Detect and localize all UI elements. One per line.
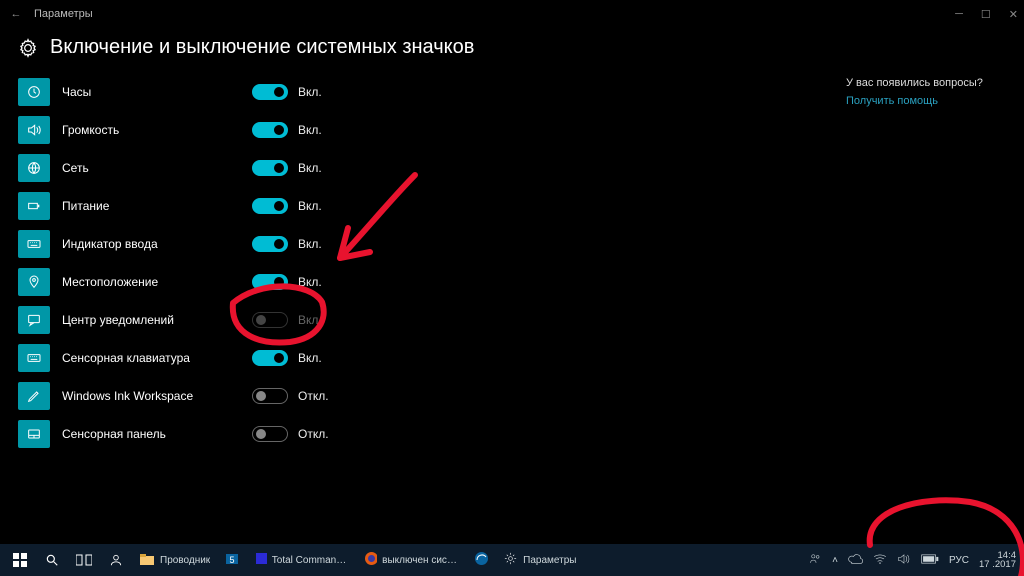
taskbar: Проводник 5 Total Commander (... выключен с… (0, 544, 1024, 576)
taskbar-app-settings[interactable]: Параметры (496, 544, 583, 576)
toggle-action-center (252, 312, 288, 328)
search-button[interactable] (36, 544, 68, 576)
tray-people-icon[interactable] (809, 552, 822, 568)
taskbar-app-firefox[interactable]: выключен систем... (357, 544, 467, 576)
toggle-input[interactable] (252, 236, 288, 252)
window-app-name: Параметры (34, 8, 955, 20)
globe-icon (18, 154, 50, 182)
page-title: Включение и выключение системных значков (50, 36, 474, 59)
tray-wifi-icon[interactable] (873, 553, 887, 568)
message-icon (18, 306, 50, 334)
clock-icon (18, 78, 50, 106)
app-icon (474, 551, 489, 569)
toggle-power[interactable] (252, 198, 288, 214)
setting-label: Сенсорная клавиатура (62, 351, 252, 365)
toggle-state-label: Вкл. (298, 161, 322, 175)
app-icon (254, 551, 267, 569)
battery-icon (18, 192, 50, 220)
toggle-volume[interactable] (252, 122, 288, 138)
toggle-state-label: Откл. (298, 389, 329, 403)
setting-label: Сенсорная панель (62, 427, 252, 441)
app-label: выключен систем... (382, 555, 460, 566)
setting-label: Громкость (62, 123, 252, 137)
minimize-button[interactable]: ─ (955, 8, 963, 21)
tray-lang[interactable]: РУС (949, 555, 969, 566)
toggle-clock[interactable] (252, 84, 288, 100)
setting-label: Индикатор ввода (62, 237, 252, 251)
toggle-state-label: Вкл. (298, 199, 322, 213)
system-tray: ˄ РУС 14:4 17 .2017 (809, 551, 1020, 570)
start-button[interactable] (4, 544, 36, 576)
app-icon (364, 551, 377, 569)
setting-row-touchkb: Сенсорная клавиатура Вкл. (18, 339, 846, 377)
setting-row-touchpad: Сенсорная панель Откл. (18, 415, 846, 453)
people-button[interactable] (100, 544, 132, 576)
setting-row-power: Питание Вкл. (18, 187, 846, 225)
taskbar-app-explorer[interactable]: Проводник (132, 544, 217, 576)
setting-row-input: Индикатор ввода Вкл. (18, 225, 846, 263)
setting-label: Центр уведомлений (62, 313, 252, 327)
pen-icon (18, 382, 50, 410)
page-header: Включение и выключение системных значков (0, 28, 1024, 73)
help-column: У вас появились вопросы? Получить помощь (846, 73, 1006, 453)
back-button[interactable]: ← (6, 8, 26, 20)
maximize-button[interactable]: ☐ (981, 8, 991, 21)
touchpad-icon (18, 420, 50, 448)
setting-label: Питание (62, 199, 252, 213)
toggle-state-label: Вкл. (298, 237, 322, 251)
taskbar-app-totalcmd[interactable]: Total Commander (... (247, 544, 357, 576)
keyboard-icon (18, 344, 50, 372)
volume-icon (18, 116, 50, 144)
tray-clock[interactable]: 14:4 17 .2017 (979, 551, 1016, 570)
taskview-button[interactable] (68, 544, 100, 576)
toggle-state-label: Вкл. (298, 275, 322, 289)
toggle-state-label: Вкл. (298, 351, 322, 365)
tray-onedrive-icon[interactable] (848, 553, 863, 567)
app-icon (139, 552, 155, 569)
close-button[interactable]: ✕ (1009, 8, 1018, 21)
pin-icon (18, 268, 50, 296)
toggle-location[interactable] (252, 274, 288, 290)
tray-chevron-up-icon[interactable]: ˄ (832, 555, 838, 566)
keyboard-icon (18, 230, 50, 258)
setting-row-volume: Громкость Вкл. (18, 111, 846, 149)
toggle-state-label: Вкл. (298, 85, 322, 99)
app-label: Проводник (160, 555, 210, 566)
gear-icon (18, 38, 38, 58)
taskbar-app-outlook[interactable]: 5 (217, 544, 247, 576)
taskbar-app-edge[interactable] (467, 544, 496, 576)
toggle-touchkb[interactable] (252, 350, 288, 366)
app-label: Total Commander (... (272, 555, 350, 566)
setting-row-ink: Windows Ink Workspace Откл. (18, 377, 846, 415)
setting-label: Часы (62, 85, 252, 99)
tray-battery-icon[interactable] (921, 554, 939, 567)
help-link[interactable]: Получить помощь (846, 95, 1006, 107)
setting-row-network: Сеть Вкл. (18, 149, 846, 187)
tray-date: 17 .2017 (979, 560, 1016, 570)
toggle-state-label: Откл. (298, 427, 329, 441)
app-label: Параметры (523, 555, 576, 566)
help-question: У вас появились вопросы? (846, 77, 1006, 89)
svg-text:5: 5 (230, 555, 235, 565)
setting-row-location: Местоположение Вкл. (18, 263, 846, 301)
toggle-state-label: Вкл. (298, 313, 322, 327)
setting-label: Сеть (62, 161, 252, 175)
toggle-network[interactable] (252, 160, 288, 176)
setting-label: Местоположение (62, 275, 252, 289)
toggle-ink[interactable] (252, 388, 288, 404)
setting-row-action-center: Центр уведомлений Вкл. (18, 301, 846, 339)
app-icon (503, 551, 518, 569)
toggle-touchpad[interactable] (252, 426, 288, 442)
app-icon: 5 (224, 552, 240, 569)
window-titlebar: ← Параметры ─ ☐ ✕ (0, 0, 1024, 28)
tray-volume-icon[interactable] (897, 553, 911, 568)
setting-label: Windows Ink Workspace (62, 389, 252, 403)
settings-list: Часы Вкл. Громкость Вкл. Сеть Вкл. Питание Вкл.… (18, 73, 846, 453)
setting-row-clock: Часы Вкл. (18, 73, 846, 111)
toggle-state-label: Вкл. (298, 123, 322, 137)
